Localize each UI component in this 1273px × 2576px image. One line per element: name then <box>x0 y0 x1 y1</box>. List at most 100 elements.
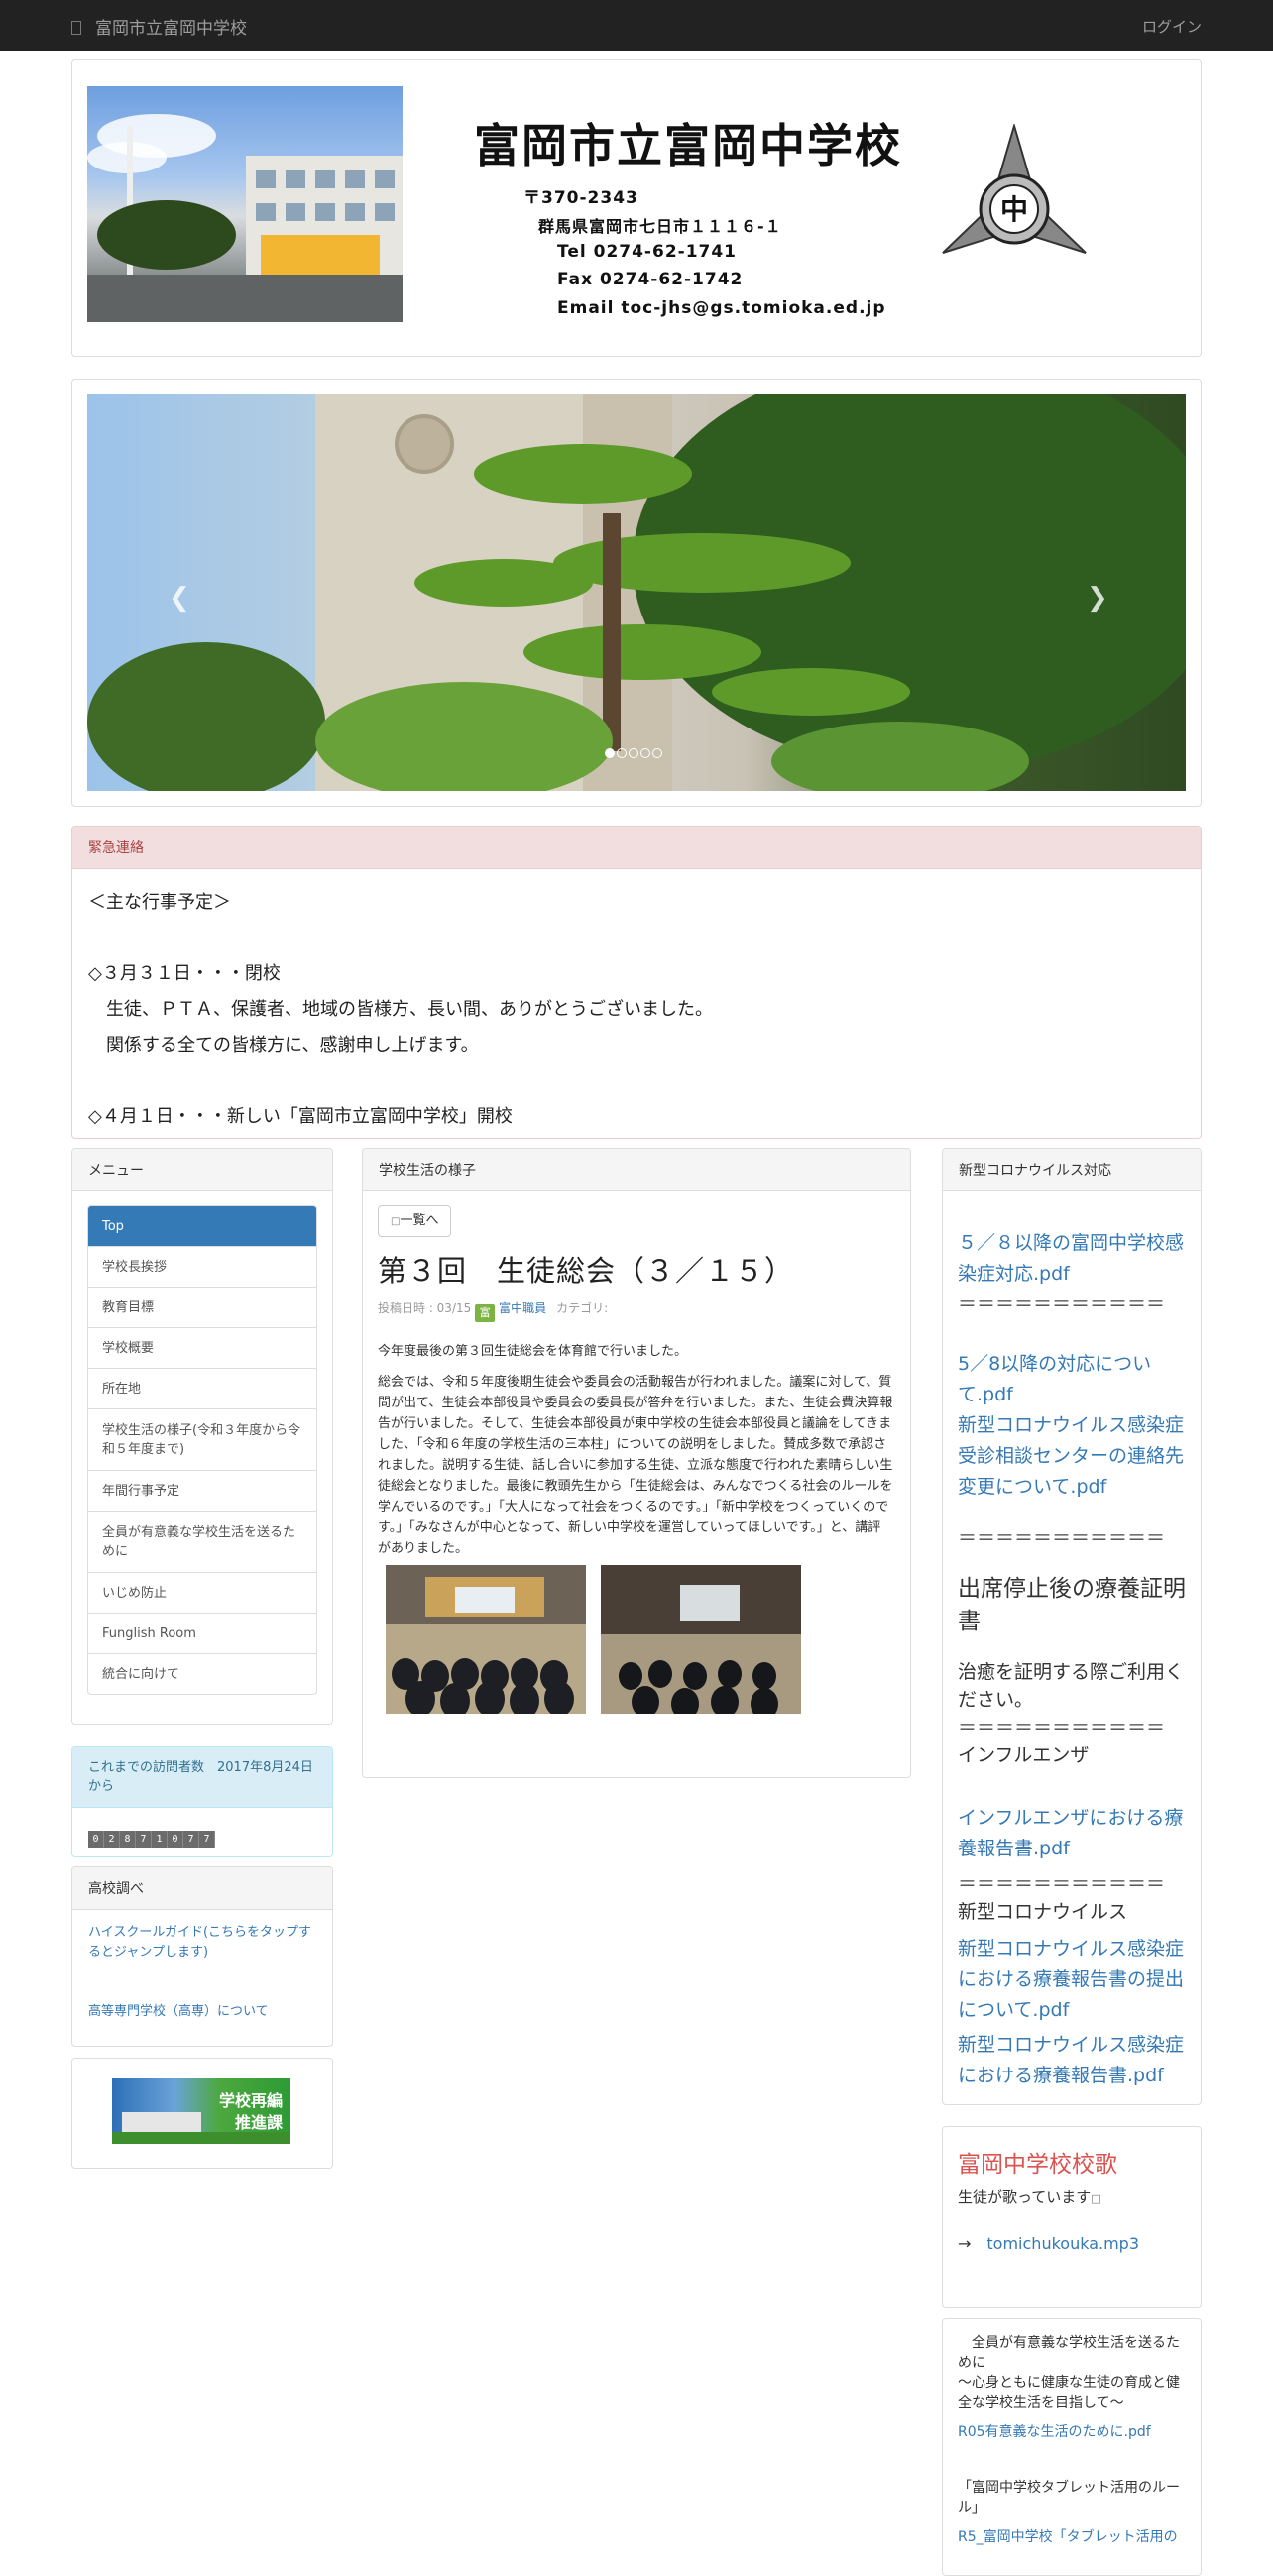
menu-item-goals[interactable]: 教育目標 <box>88 1287 316 1327</box>
site-brand[interactable]: 富岡市立富岡中学校 <box>71 14 247 39</box>
arrow-right-icon: → <box>958 2234 972 2253</box>
seal-char: 中 <box>1000 193 1028 226</box>
corona-response-link[interactable]: 5／8以降の対応について.pdf <box>958 1349 1188 1410</box>
school-title: 富岡市立富岡中学校 <box>474 119 902 172</box>
article-paragraph: 今年度最後の第３回生徒総会を体育館で行いました。 <box>378 1344 688 1359</box>
photo-carousel: ❮ ❯ <box>71 379 1202 807</box>
assembly-photo-illustration <box>601 1565 801 1714</box>
carousel-dot[interactable] <box>617 748 627 758</box>
emergency-line: ◇４月１日・・・新しい「富岡市立富岡中学校」開校 <box>88 1106 513 1127</box>
carousel-prev-button[interactable]: ❮ <box>169 583 190 613</box>
assembly-photo[interactable] <box>386 1565 586 1714</box>
school-address: 群馬県富岡市七日市１１１６-１ <box>538 217 782 236</box>
banner-text: 学校再編 推進課 <box>219 2090 283 2134</box>
emergency-panel: 緊急連絡 ＜主な行事予定＞ ◇３月３１日・・・閉校 生徒、ＰＴＡ、保護者、地域の… <box>71 826 1202 1139</box>
back-to-list-button[interactable]: □一覧へ <box>378 1205 452 1237</box>
highschool-guide-link[interactable]: ハイスクールガイド(こちらをタップするとジャンプします) <box>88 1923 318 1962</box>
article-title: 第３回 生徒総会（３／１５） <box>378 1254 795 1288</box>
corona-center-link[interactable]: 新型コロナウイルス感染症受診相談センターの連絡先変更について.pdf <box>958 1410 1188 1503</box>
assembly-photo[interactable] <box>601 1565 801 1714</box>
emergency-line <box>88 1064 1185 1099</box>
author-avatar-icon: 富 <box>475 1304 496 1322</box>
counter-digit: 1 <box>152 1831 168 1848</box>
corona-heading: 新型コロナウイルス対応 <box>943 1149 1201 1191</box>
menu-heading: メニュー <box>72 1149 332 1191</box>
emergency-line: ＜主な行事予定＞ <box>88 892 231 913</box>
school-song-panel: 富岡中学校校歌 生徒が歌っています□ → tomichukouka.mp3 <box>942 2126 1202 2308</box>
site-name: 富岡市立富岡中学校 <box>95 19 247 39</box>
article-paragraph: 総会では、令和５年度後期生徒会や委員会の活動報告が行われました。議案に対して、質… <box>378 1375 893 1556</box>
carousel-dot[interactable] <box>605 748 615 758</box>
menu-item-meaningful-life[interactable]: 全員が有意義な学校生活を送るために <box>88 1511 316 1572</box>
carousel-dot[interactable] <box>629 748 638 758</box>
school-song-caption: 生徒が歌っています <box>958 2188 1092 2206</box>
menu-item-school-life[interactable]: 学校生活の様子(令和３年度から令和５年度まで) <box>88 1408 316 1470</box>
menu-item-overview[interactable]: 学校概要 <box>88 1327 316 1368</box>
school-seal: 中 <box>935 122 1094 267</box>
carousel-indicators <box>605 743 664 762</box>
separator: ＝＝＝＝＝＝＝＝＝＝＝ <box>958 1717 1166 1738</box>
school-song-mp3-link[interactable]: tomichukouka.mp3 <box>986 2234 1139 2253</box>
author-link[interactable]: 富中職員 <box>499 1301 546 1315</box>
music-icon: □ <box>1091 2192 1101 2205</box>
carousel-dot[interactable] <box>652 748 662 758</box>
counter-digit: 8 <box>120 1831 136 1848</box>
carousel-slide-image: ❮ ❯ <box>87 394 1186 791</box>
login-link[interactable]: ログイン <box>1142 16 1202 37</box>
counter-digits: 02871077 <box>88 1827 215 1848</box>
banner-line2: 推進課 <box>234 2113 283 2132</box>
menu-item-annual-events[interactable]: 年間行事予定 <box>88 1470 316 1511</box>
menu-item-principal[interactable]: 学校長挨拶 <box>88 1246 316 1287</box>
separator: ＝＝＝＝＝＝＝＝＝＝＝ <box>958 1293 1166 1315</box>
emergency-line: 関係する全ての皆様方に、感謝申し上げます。 <box>88 1035 479 1056</box>
menu-item-location[interactable]: 所在地 <box>88 1368 316 1408</box>
school-song-text: 生徒が歌っています□ <box>958 2186 1101 2207</box>
separator: ＝＝＝＝＝＝＝＝＝＝＝ <box>958 1873 1166 1895</box>
emergency-line: 生徒、ＰＴＡ、保護者、地域の皆様方、長い間、ありがとうございました。 <box>88 999 713 1020</box>
menu-list: Top 学校長挨拶 教育目標 学校概要 所在地 学校生活の様子(令和３年度から令… <box>87 1205 317 1695</box>
highschool-heading: 高校調べ <box>72 1867 332 1910</box>
chevron-right-icon: ❯ <box>1087 583 1108 613</box>
header-panel: 富岡市立富岡中学校 〒370-2343 群馬県富岡市七日市１１１６-１ Tel … <box>71 59 1202 357</box>
separator: ＝＝＝＝＝＝＝＝＝＝＝ <box>958 1527 1166 1549</box>
banner-line1: 学校再編 <box>218 2091 283 2110</box>
menu-item-funglish-room[interactable]: Funglish Room <box>88 1613 316 1653</box>
tablet-rules-pdf-link[interactable]: R5_富岡中学校「タブレット活用の <box>958 2527 1188 2547</box>
menu-item-anti-bullying[interactable]: いじめ防止 <box>88 1572 316 1613</box>
fax-number: Fax 0274-62-1742 <box>557 270 744 289</box>
covid-label: 新型コロナウイルス <box>958 1901 1128 1923</box>
reorganization-banner[interactable]: 学校再編 推進課 <box>112 2078 290 2144</box>
counter-digit: 7 <box>136 1831 152 1848</box>
covid-report-link[interactable]: 新型コロナウイルス感染症における療養報告書.pdf <box>958 2030 1188 2091</box>
menu-item-top[interactable]: Top <box>88 1206 316 1246</box>
school-life-heading: 学校生活の様子 <box>363 1149 910 1191</box>
corona-policy-link[interactable]: ５／８以降の富岡中学校感染症対応.pdf <box>958 1228 1188 1289</box>
school-song-link-row: → tomichukouka.mp3 <box>958 2234 1139 2253</box>
carousel-next-button[interactable]: ❯ <box>1087 583 1108 613</box>
article-meta: 投稿日時 : 03/15 富富中職員 カテゴリ: <box>378 1299 608 1322</box>
counter-digit: 2 <box>104 1831 120 1848</box>
category-label: カテゴリ: <box>556 1301 609 1315</box>
covid-report-submission-link[interactable]: 新型コロナウイルス感染症における療養報告書の提出について.pdf <box>958 1934 1188 2026</box>
influenza-report-link[interactable]: インフルエンザにおける療養報告書.pdf <box>958 1803 1188 1864</box>
meaningful-life-pdf-link[interactable]: R05有意義な生活のために.pdf <box>958 2422 1188 2442</box>
school-building-illustration <box>87 114 403 322</box>
counter-digit: 0 <box>88 1831 104 1848</box>
posted-date: 投稿日時 : 03/15 <box>378 1301 472 1315</box>
counter-digit: 0 <box>168 1831 183 1848</box>
emergency-body: ＜主な行事予定＞ ◇３月３１日・・・閉校 生徒、ＰＴＡ、保護者、地域の皆様方、長… <box>72 869 1201 1138</box>
emergency-heading: 緊急連絡 <box>72 827 1201 869</box>
carousel-dot[interactable] <box>640 748 650 758</box>
counter-digit: 7 <box>199 1831 215 1848</box>
emergency-line <box>88 921 1185 956</box>
chevron-left-icon: ❮ <box>169 583 190 613</box>
carousel-pine-tree-illustration <box>87 394 1186 791</box>
assembly-photo-illustration <box>386 1565 586 1714</box>
school-song-title: 富岡中学校校歌 <box>958 2152 1117 2178</box>
menu-item-integration[interactable]: 統合に向けて <box>88 1653 316 1694</box>
technical-college-link[interactable]: 高等専門学校（高専）について <box>88 2002 269 2022</box>
reorganization-banner-panel: 学校再編 推進課 <box>71 2058 333 2169</box>
email-address: Email toc-jhs@gs.tomioka.ed.jp <box>557 298 886 318</box>
corona-panel: 新型コロナウイルス対応 ５／８以降の富岡中学校感染症対応.pdf ＝＝＝＝＝＝＝… <box>942 1148 1202 2105</box>
meaningful-life-text: 全員が有意義な学校生活を送るために 〜心身ともに健康な生徒の育成と健全な学校生活… <box>958 2335 1180 2410</box>
